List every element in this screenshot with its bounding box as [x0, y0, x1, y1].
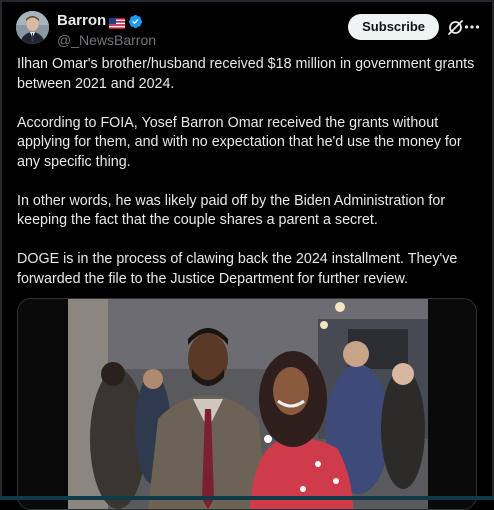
tweet-text: Ilhan Omar's brother/husband received $1… [17, 55, 477, 289]
grok-icon[interactable] [447, 19, 464, 36]
us-flag-icon [109, 16, 126, 29]
tweet-header: Barron @_NewsBarron Subscribe [16, 11, 480, 49]
verified-badge-icon[interactable] [128, 14, 143, 29]
more-icon[interactable] [464, 17, 480, 37]
bottom-accent-bar [0, 496, 494, 500]
tweet-paragraph: According to FOIA, Yosef Barron Omar rec… [17, 114, 462, 170]
tweet-paragraph: In other words, he was likely paid off b… [17, 192, 446, 229]
tweet-paragraph: DOGE is in the process of clawing back t… [17, 251, 458, 287]
tweet-photo[interactable] [17, 298, 477, 510]
avatar[interactable] [16, 11, 49, 44]
subscribe-button[interactable]: Subscribe [348, 14, 439, 40]
author-info: Barron @_NewsBarron [57, 12, 156, 49]
tweet-paragraph: Ilhan Omar's brother/husband received $1… [17, 56, 475, 92]
author-handle[interactable]: @_NewsBarron [57, 31, 156, 49]
author-display-name[interactable]: Barron [57, 12, 106, 30]
